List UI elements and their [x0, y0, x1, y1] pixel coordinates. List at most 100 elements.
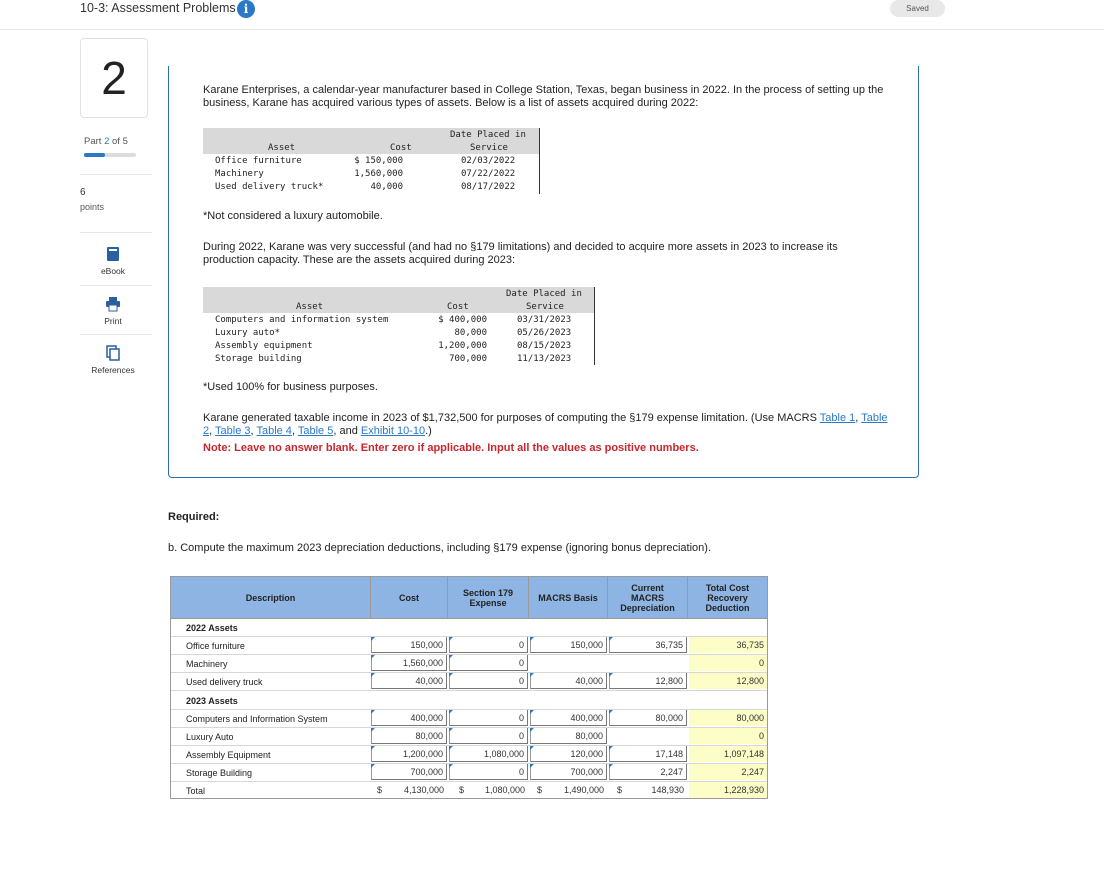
macrs-basis-input[interactable]: 120,000 [530, 746, 607, 762]
print-icon [106, 297, 120, 312]
total-deduction-value: 0 [689, 655, 767, 671]
section-179-input[interactable]: 0 [449, 710, 528, 726]
asset-date: 05/26/2023 [517, 328, 572, 338]
header-service: Service [470, 143, 508, 153]
total-section-179-value: 1,080,000 [484, 785, 525, 795]
row-label: Used delivery truck [186, 677, 263, 687]
assignment-title: 10-3: Assessment Problems [80, 1, 236, 15]
macrs-basis-input[interactable]: 80,000 [530, 728, 607, 744]
cost-input[interactable]: 1,200,000 [371, 746, 447, 762]
macrs-basis-value [530, 655, 607, 671]
asset-name: Computers and information system [215, 315, 389, 325]
assets-2022-table: Date Placed in Asset Cost Service Office… [203, 128, 540, 194]
section-179-input[interactable]: 0 [449, 655, 528, 671]
header-description: Description [171, 577, 371, 619]
header-total-cost-recovery: Total Cost Recovery Deduction [688, 577, 767, 619]
header-cost: Cost [447, 302, 469, 312]
asset-name: Assembly equipment [215, 341, 313, 351]
header-service: Service [526, 302, 564, 312]
row-label: Storage Building [186, 768, 253, 778]
sidebar-divider [80, 232, 152, 233]
header-description-text: Description [245, 593, 296, 603]
link-table-4[interactable]: Table 4 [256, 425, 291, 437]
part-of: of 5 [112, 136, 128, 147]
row-label: Computers and Information System [186, 714, 328, 724]
info-icon[interactable]: i [237, 0, 255, 18]
header-current-macrs: Current MACRS Depreciation [608, 577, 688, 619]
section-179-input[interactable]: 1,080,000 [449, 746, 528, 762]
current-depreciation-input[interactable]: 12,800 [609, 673, 687, 689]
current-depreciation-input[interactable]: 2,247 [609, 764, 687, 780]
intro-paragraph: Karane Enterprises, a calendar-year manu… [203, 84, 884, 109]
section-2022-assets: 2022 Assets [186, 623, 238, 633]
link-exhibit-10-10[interactable]: Exhibit 10-10 [361, 425, 425, 437]
row-label: Assembly Equipment [186, 750, 271, 760]
current-depreciation-input[interactable]: 17,148 [609, 746, 687, 762]
total-deduction-value: 2,247 [689, 764, 767, 780]
book-icon [107, 247, 119, 261]
link-table-1[interactable]: Table 1 [820, 412, 855, 424]
sidebar-divider [80, 334, 152, 335]
ebook-button[interactable]: eBook [80, 246, 146, 276]
macrs-basis-input[interactable]: 40,000 [530, 673, 607, 689]
sidebar-divider [80, 285, 152, 286]
total-deduction-value: 0 [689, 728, 767, 744]
question-number: 2 [80, 38, 148, 118]
part-prefix: Part [84, 136, 102, 147]
macrs-basis-input[interactable]: 400,000 [530, 710, 607, 726]
current-depreciation-input[interactable]: 36,735 [609, 637, 687, 653]
asset-date: 02/03/2022 [461, 156, 516, 166]
macrs-basis-input[interactable]: 150,000 [530, 637, 607, 653]
third-paragraph: Karane generated taxable income in 2023 … [203, 412, 893, 438]
cost-input[interactable]: 40,000 [371, 673, 447, 689]
required-part-b: b. Compute the maximum 2023 depreciation… [168, 542, 712, 554]
asset-cost: $ 150,000 [354, 156, 403, 166]
asset-name: Used delivery truck* [215, 182, 324, 192]
header-cost: Cost [390, 143, 412, 153]
current-depreciation-value [609, 655, 687, 671]
cost-input[interactable]: 80,000 [371, 728, 447, 744]
cost-input[interactable]: 150,000 [371, 637, 447, 653]
header-current-line3: Depreciation [620, 603, 675, 613]
print-button[interactable]: Print [80, 296, 146, 326]
asset-name: Storage building [215, 354, 302, 364]
header-cost-text: Cost [399, 593, 419, 603]
instruction-note: Note: Leave no answer blank. Enter zero … [203, 442, 699, 454]
macrs-basis-input[interactable]: 700,000 [530, 764, 607, 780]
asset-cost: $ 400,000 [438, 315, 487, 325]
section-179-input[interactable]: 0 [449, 673, 528, 689]
references-icon [106, 345, 120, 361]
row-label: Machinery [186, 659, 228, 669]
header-macrs-basis-text: MACRS Basis [538, 593, 598, 603]
section-179-input[interactable]: 0 [449, 728, 528, 744]
required-heading: Required: [168, 511, 220, 523]
header-asset: Asset [268, 143, 296, 153]
header-date-placed: Date Placed in [506, 289, 582, 299]
section-179-input[interactable]: 0 [449, 764, 528, 780]
separator: , and [333, 425, 361, 437]
cost-input[interactable]: 400,000 [371, 710, 447, 726]
header-total-line3: Deduction [705, 603, 750, 613]
section-179-input[interactable]: 0 [449, 637, 528, 653]
footnote-luxury: *Not considered a luxury automobile. [203, 210, 383, 222]
second-paragraph: During 2022, Karane was very successful … [203, 241, 838, 266]
current-depreciation-input[interactable]: 80,000 [609, 710, 687, 726]
header-total-line1: Total Cost [705, 583, 750, 593]
part-progress-fill [84, 153, 105, 157]
section-2023-assets: 2023 Assets [186, 696, 238, 706]
saved-badge: Saved [890, 0, 945, 17]
references-button[interactable]: References [80, 345, 146, 375]
points-label: points [80, 202, 105, 212]
link-table-5[interactable]: Table 5 [298, 425, 333, 437]
cost-input[interactable]: 1,560,000 [371, 655, 447, 671]
asset-date: 07/22/2022 [461, 169, 516, 179]
asset-name: Luxury auto* [215, 328, 281, 338]
asset-date: 08/15/2023 [517, 341, 572, 351]
link-table-3[interactable]: Table 3 [215, 425, 250, 437]
answer-table-header: Description Cost Section 179 Expense MACR… [171, 577, 767, 619]
asset-date: 03/31/2023 [517, 315, 572, 325]
total-deduction-value: 36,735 [689, 637, 767, 653]
cost-input[interactable]: 700,000 [371, 764, 447, 780]
assets-2023-table: Date Placed in Asset Cost Service Comput… [203, 287, 595, 365]
top-bar: 10-3: Assessment Problems i Saved [0, 0, 1104, 30]
